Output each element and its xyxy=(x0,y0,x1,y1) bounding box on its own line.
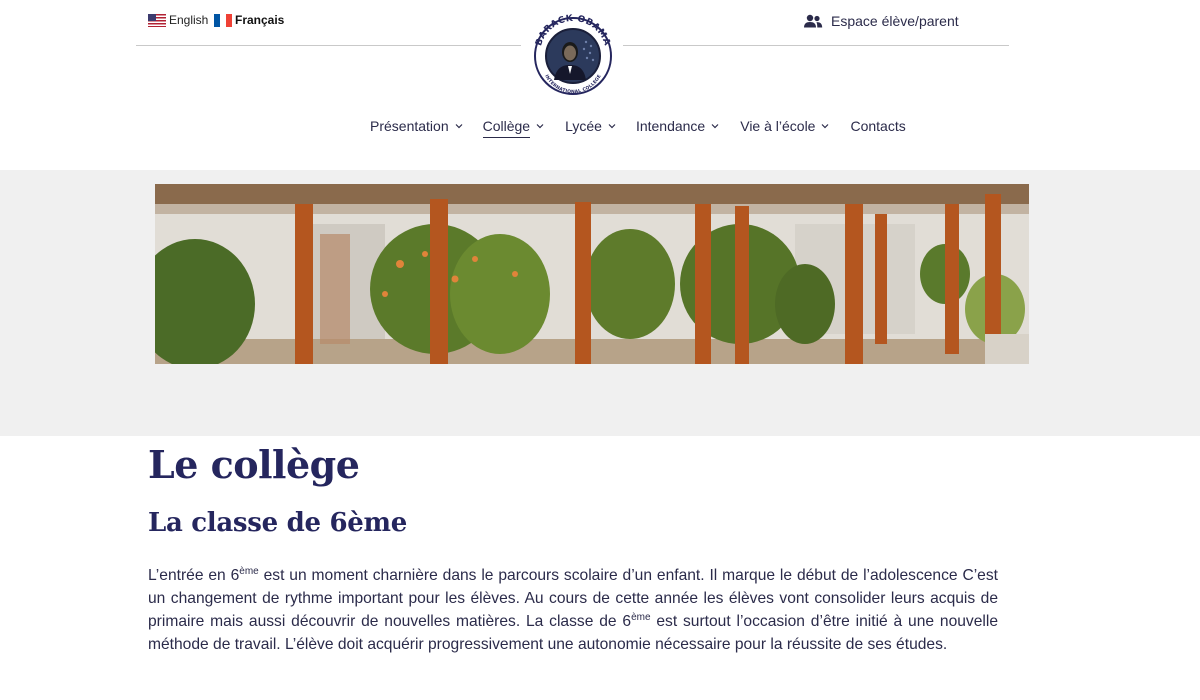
nav-item-label: Vie à l’école xyxy=(740,118,816,134)
page-title: Le collège xyxy=(148,442,360,487)
nav-item-label: Collège xyxy=(482,118,531,134)
nav-item-label: Présentation xyxy=(370,118,449,134)
nav-item-label: Contacts xyxy=(850,118,906,134)
language-english-label: English xyxy=(169,13,209,27)
nav-item-lycee[interactable]: Lycée xyxy=(565,118,616,134)
nav-item-intendance[interactable]: Intendance xyxy=(636,118,719,134)
users-icon xyxy=(804,14,823,28)
student-parent-space-link[interactable]: Espace élève/parent xyxy=(803,13,959,29)
intro-paragraph: L’entrée en 6ème est un moment charnière… xyxy=(148,564,998,656)
superscript-1: ème xyxy=(239,565,259,577)
nav-item-label: Intendance xyxy=(635,118,706,134)
school-logo[interactable]: BARACK OBAMA INTERNATIONAL COLLEGE xyxy=(524,2,622,106)
fr-flag-icon xyxy=(214,13,232,27)
us-flag-icon xyxy=(148,13,166,27)
student-parent-space-label: Espace élève/parent xyxy=(831,13,959,29)
nav-item-contacts[interactable]: Contacts xyxy=(850,118,905,134)
main-navigation: Présentation Collège Lycée Intendance Vi… xyxy=(370,118,906,138)
chevron-down-icon xyxy=(608,124,616,129)
chevron-down-icon xyxy=(711,124,719,129)
nav-item-vie-ecole[interactable]: Vie à l’école xyxy=(740,118,829,134)
chevron-down-icon xyxy=(536,124,544,129)
chevron-down-icon xyxy=(455,124,463,129)
chevron-down-icon xyxy=(822,124,829,129)
language-english-link[interactable]: English xyxy=(148,13,208,27)
language-french-label: Français xyxy=(235,13,285,27)
superscript-2: ème xyxy=(631,611,651,623)
nav-item-label: Lycée xyxy=(565,118,602,134)
header-divider-right xyxy=(623,45,1009,46)
paragraph-text-1: L’entrée en 6 xyxy=(148,567,240,584)
nav-item-presentation[interactable]: Présentation xyxy=(370,118,463,134)
language-french-link[interactable]: Français xyxy=(214,13,284,27)
nav-item-college[interactable]: Collège xyxy=(482,118,544,138)
header-divider-left xyxy=(136,45,521,46)
hero-image xyxy=(155,184,1029,364)
section-subtitle: La classe de 6ème xyxy=(148,508,407,538)
